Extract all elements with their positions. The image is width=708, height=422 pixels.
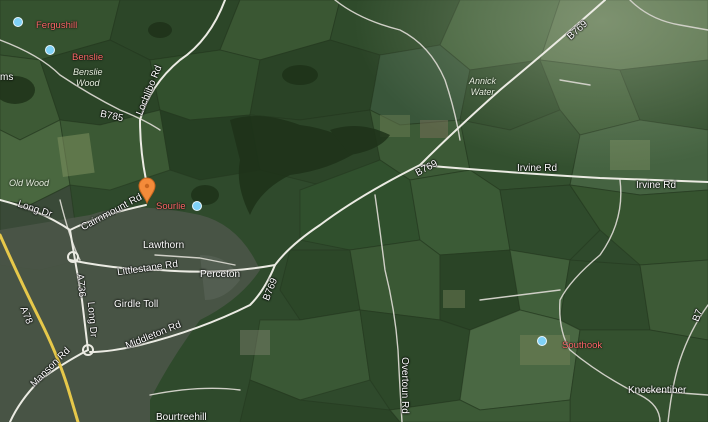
area-label-annick-water: Annick Water [469, 76, 497, 97]
place-label-lawthorn: Lawthorn [143, 240, 185, 251]
poi-label-benslie[interactable]: Benslie [72, 52, 103, 63]
satellite-map[interactable]: Lochlibo Rd B785 B769 B769 B769 Irvine R… [0, 0, 708, 422]
place-label-knockentiber: Knockentiber [628, 385, 687, 396]
road-label-irvine-2: Irvine Rd [636, 180, 677, 191]
poi-dot-benslie[interactable] [45, 45, 55, 55]
poi-dot-sourlie[interactable] [192, 201, 202, 211]
place-label-bourtreehill: Bourtreehill [156, 412, 207, 422]
poi-label-fergushill[interactable]: Fergushill [36, 20, 77, 31]
poi-label-sourlie[interactable]: Sourlie [156, 201, 186, 212]
area-label-old-wood: Old Wood [9, 178, 50, 188]
road-label-a736: A736 [74, 273, 88, 298]
road-label-irvine-1: Irvine Rd [517, 163, 558, 174]
place-label-perceton: Perceton [200, 269, 241, 280]
location-pin-icon[interactable] [137, 176, 157, 204]
poi-dot-southook[interactable] [537, 336, 547, 346]
poi-dot-fergushill[interactable] [13, 17, 23, 27]
road-label-overtoun: Overtoun Rd [398, 357, 410, 414]
place-label-ms-edge: ms [0, 72, 14, 83]
area-label-benslie-wood: Benslie Wood [73, 67, 103, 88]
poi-label-southook[interactable]: Southook [562, 340, 602, 351]
place-label-girdle-toll: Girdle Toll [114, 299, 159, 310]
